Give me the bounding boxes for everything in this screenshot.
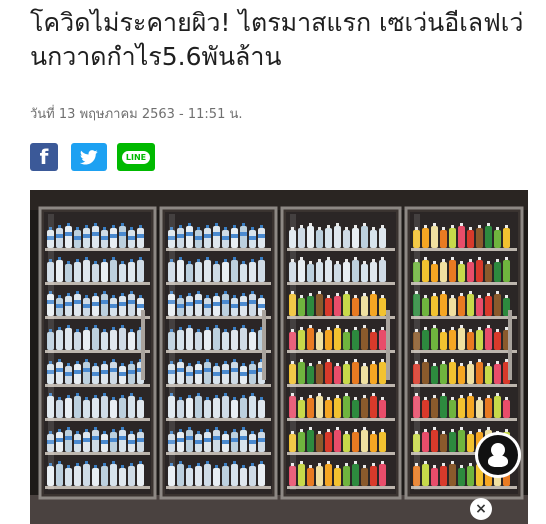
article-headline: โควิดไม่ระคายผิว! ไตรมาสแรก เซเว่นอีเลฟเ… bbox=[30, 8, 524, 71]
close-icon[interactable]: × bbox=[470, 498, 492, 520]
refrigerator-illustration bbox=[30, 190, 528, 524]
twitter-bird-icon bbox=[80, 149, 98, 165]
facebook-share-button[interactable]: f bbox=[30, 143, 58, 171]
article-date: วันที่ 13 พฤษภาคม 2563 - 11:51 น. bbox=[30, 107, 243, 122]
twitter-share-button[interactable] bbox=[71, 143, 107, 171]
line-share-button[interactable]: LINE bbox=[117, 143, 155, 171]
facebook-icon: f bbox=[39, 145, 49, 169]
matichon-logo-icon bbox=[475, 432, 521, 478]
line-icon: LINE bbox=[121, 150, 151, 164]
article-photo bbox=[30, 190, 528, 524]
